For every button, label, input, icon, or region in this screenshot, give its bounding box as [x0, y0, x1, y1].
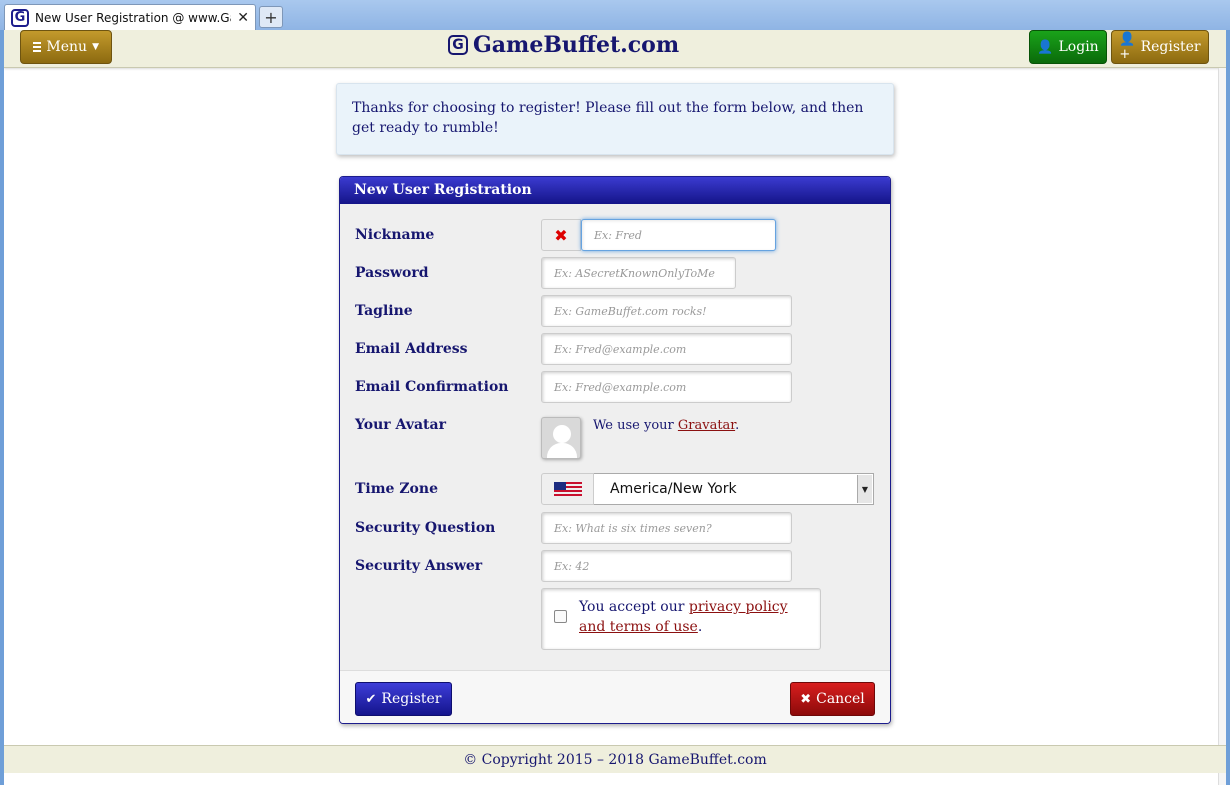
- cancel-button-label: Cancel: [816, 691, 865, 707]
- chevron-down-icon[interactable]: ▼: [857, 475, 872, 503]
- browser-chrome: G New User Registration @ www.Game... ✕ …: [0, 0, 1230, 30]
- scrollbar[interactable]: [1218, 68, 1226, 785]
- password-input[interactable]: Ex: ASecretKnownOnlyToMe: [541, 257, 736, 289]
- login-button[interactable]: 👤 Login: [1029, 30, 1107, 64]
- register-button-label: Register: [381, 691, 442, 707]
- registration-panel: New User Registration Nickname ✖ Ex: Fre…: [339, 176, 891, 724]
- avatar-note-period: .: [735, 418, 740, 433]
- copyright-text: © Copyright 2015 – 2018 GameBuffet.com: [463, 751, 767, 768]
- register-nav-label: Register: [1140, 39, 1201, 55]
- nickname-input[interactable]: Ex: Fred: [581, 219, 776, 251]
- browser-tab[interactable]: G New User Registration @ www.Game... ✕: [4, 4, 256, 30]
- us-flag-icon: [553, 481, 582, 497]
- email-confirm-input[interactable]: Ex: Fred@example.com: [541, 371, 792, 403]
- page-viewport: Menu ▼ G GameBuffet.com 👤 Login 👤+ Regis…: [4, 30, 1226, 785]
- page-footer: © Copyright 2015 – 2018 GameBuffet.com: [4, 745, 1226, 773]
- caret-down-icon: ▼: [92, 42, 99, 52]
- nickname-label: Nickname: [355, 227, 435, 243]
- timezone-value: America/New York: [610, 481, 737, 497]
- privacy-text: You accept our privacy policy and terms …: [579, 597, 814, 637]
- timezone-select[interactable]: America/New York ▼: [594, 473, 874, 505]
- security-question-label: Security Question: [355, 520, 496, 536]
- cancel-button[interactable]: ✖ Cancel: [790, 682, 875, 716]
- tagline-label: Tagline: [355, 303, 413, 319]
- register-button[interactable]: ✔ Register: [355, 682, 452, 716]
- avatar-note: We use your Gravatar.: [593, 418, 739, 433]
- email-confirm-label: Email Confirmation: [355, 379, 509, 395]
- tab-title: New User Registration @ www.Game...: [35, 10, 231, 25]
- tagline-input[interactable]: Ex: GameBuffet.com rocks!: [541, 295, 792, 327]
- security-answer-label: Security Answer: [355, 558, 483, 574]
- timezone-flag-addon: [541, 473, 594, 505]
- privacy-box: You accept our privacy policy and terms …: [541, 588, 821, 650]
- info-message: Thanks for choosing to register! Please …: [336, 83, 894, 155]
- email-label: Email Address: [355, 341, 468, 357]
- avatar-label: Your Avatar: [355, 417, 446, 433]
- hamburger-icon: [33, 40, 42, 54]
- password-label: Password: [355, 265, 429, 281]
- privacy-text-period: .: [697, 619, 703, 635]
- register-nav-button[interactable]: 👤+ Register: [1111, 30, 1209, 64]
- close-icon: ✖: [554, 225, 568, 245]
- login-label: Login: [1058, 39, 1099, 55]
- security-question-input[interactable]: Ex: What is six times seven?: [541, 512, 792, 544]
- privacy-checkbox[interactable]: [554, 610, 567, 623]
- menu-button[interactable]: Menu ▼: [20, 30, 112, 64]
- user-plus-icon: 👤+: [1119, 32, 1136, 62]
- avatar: [541, 417, 581, 459]
- new-tab-button[interactable]: +: [259, 6, 283, 28]
- menu-label: Menu: [46, 39, 88, 55]
- checkmark-icon: ✔: [365, 691, 377, 707]
- brand-logo-icon: G: [448, 35, 468, 55]
- top-navbar: Menu ▼ G GameBuffet.com 👤 Login 👤+ Regis…: [4, 30, 1226, 68]
- site-favicon-icon: G: [11, 8, 29, 27]
- privacy-text-prefix: You accept our: [579, 599, 689, 615]
- user-icon: 👤: [1037, 39, 1054, 55]
- brand[interactable]: G GameBuffet.com: [448, 32, 679, 58]
- email-input[interactable]: Ex: Fred@example.com: [541, 333, 792, 365]
- gravatar-link[interactable]: Gravatar: [678, 418, 735, 433]
- panel-title: New User Registration: [340, 177, 890, 204]
- brand-name: GameBuffet.com: [473, 32, 680, 58]
- panel-footer: ✔ Register ✖ Cancel: [340, 670, 890, 723]
- security-answer-input[interactable]: Ex: 42: [541, 550, 792, 582]
- close-icon: ✖: [800, 691, 812, 707]
- nickname-status-addon: ✖: [541, 219, 581, 251]
- timezone-label: Time Zone: [355, 481, 438, 497]
- tab-close-icon[interactable]: ✕: [237, 10, 249, 26]
- avatar-note-text: We use your: [593, 418, 678, 433]
